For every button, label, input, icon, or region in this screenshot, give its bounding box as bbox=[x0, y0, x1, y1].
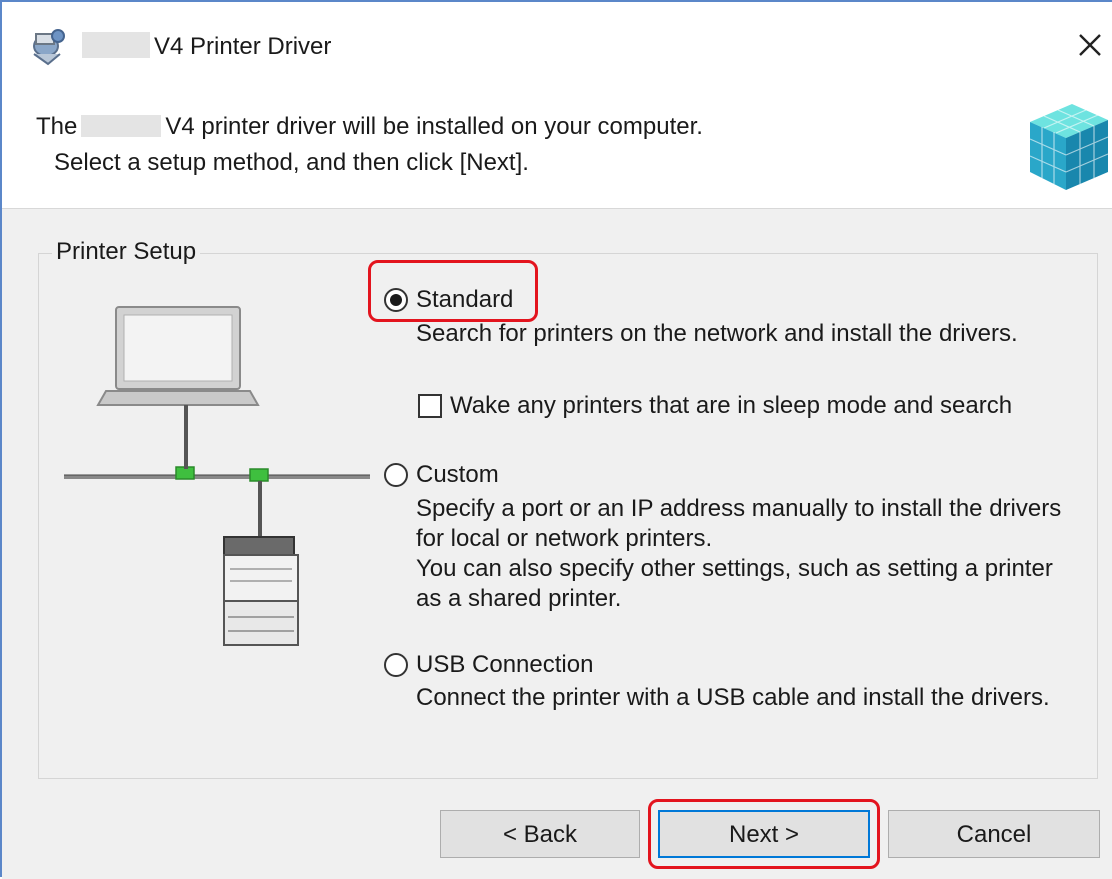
close-icon[interactable] bbox=[1070, 26, 1108, 64]
custom-description: Specify a port or an IP address manually… bbox=[416, 495, 1062, 612]
printer-driver-icon bbox=[33, 29, 65, 66]
group-label: Printer Setup bbox=[52, 237, 201, 267]
header-instruction-line2: Select a setup method, and then click [N… bbox=[54, 149, 529, 176]
title-bar: V4 Printer Driver bbox=[2, 2, 1112, 82]
usb-description: Connect the printer with a USB cable and… bbox=[416, 684, 1050, 711]
header-panel: The V4 printer driver will be installed o… bbox=[2, 82, 1112, 209]
printer-driver-dialog: V4 Printer Driver The V4 printer driver w… bbox=[0, 0, 1112, 879]
custom-radio-button[interactable] bbox=[384, 463, 408, 487]
custom-radio-option[interactable]: Custom bbox=[384, 460, 499, 490]
next-button[interactable]: Next > bbox=[658, 810, 870, 858]
wake-printers-checkbox[interactable] bbox=[418, 394, 442, 418]
cancel-button[interactable]: Cancel bbox=[888, 810, 1100, 858]
usb-radio-button[interactable] bbox=[384, 653, 408, 677]
usb-radio-option[interactable]: USB Connection bbox=[384, 650, 593, 680]
header-instruction-line1: The V4 printer driver will be installed o… bbox=[36, 112, 703, 142]
network-illustration bbox=[64, 306, 370, 646]
standard-label: Standard bbox=[416, 286, 514, 313]
content-area: Printer Setup Standard Search for printe… bbox=[2, 209, 1112, 879]
cube-stack-icon bbox=[1029, 104, 1109, 190]
standard-description: Search for printers on the network and i… bbox=[416, 320, 1018, 347]
window-title: V4 Printer Driver bbox=[154, 33, 332, 60]
back-button[interactable]: < Back bbox=[440, 810, 640, 858]
header-redacted-name bbox=[81, 115, 162, 137]
wake-printers-label: Wake any printers that are in sleep mode… bbox=[450, 392, 1013, 419]
usb-label: USB Connection bbox=[416, 651, 594, 678]
custom-label: Custom bbox=[416, 461, 499, 488]
title-redacted-name bbox=[82, 32, 150, 58]
header-suffix: V4 printer driver will be installed on y… bbox=[165, 113, 703, 140]
header-prefix: The bbox=[36, 113, 78, 140]
standard-radio-option[interactable]: Standard bbox=[384, 285, 513, 315]
standard-radio-button[interactable] bbox=[384, 288, 408, 312]
wake-printers-checkbox-option[interactable]: Wake any printers that are in sleep mode… bbox=[418, 391, 1012, 421]
